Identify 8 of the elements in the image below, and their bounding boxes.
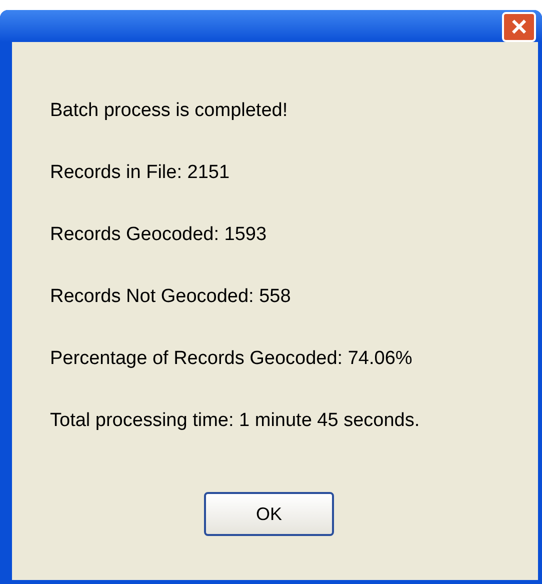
message-text: Percentage of Records Geocoded: 74.06% — [50, 348, 414, 370]
message-text: Total processing time: 1 minute 45 seconds. — [50, 410, 421, 432]
message-text: Records Geocoded: 1593 — [50, 224, 268, 246]
close-button[interactable]: × — [502, 12, 536, 42]
message-text: Records in File: 2151 — [50, 162, 231, 184]
message-text: Records Not Geocoded: 558 — [50, 286, 292, 308]
message-text: Batch process is completed! — [50, 100, 289, 122]
ok-button[interactable]: OK — [204, 492, 334, 536]
